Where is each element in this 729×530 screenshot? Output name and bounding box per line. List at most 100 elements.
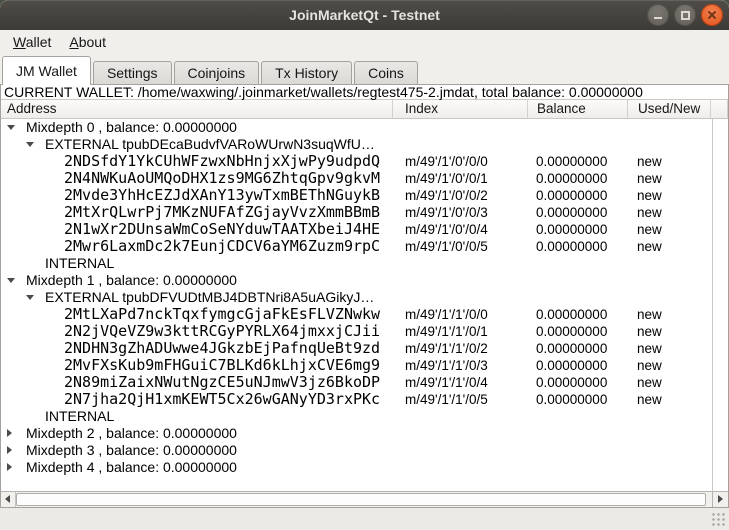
menu-mnemonic: W: [13, 34, 26, 50]
cell-index: m/49'/1'/0'/0/4: [405, 221, 488, 238]
cell-address: Mixdepth 3 , balance: 0.00000000: [1, 442, 712, 459]
close-button[interactable]: [701, 4, 723, 26]
cell-status: new: [637, 187, 662, 204]
cell-balance: 0.00000000: [536, 374, 607, 391]
vertical-scrollbar[interactable]: [712, 119, 728, 491]
cell-index: m/49'/1'/1'/0/1: [405, 323, 488, 340]
cell-index: m/49'/1'/1'/0/4: [405, 374, 488, 391]
table-row[interactable]: EXTERNAL tpubDEcaBudvfVARoWUrwN3suqWfU…: [1, 136, 712, 153]
cell-status: new: [637, 357, 662, 374]
column-header-index[interactable]: Index: [393, 100, 528, 118]
cell-balance: 0.00000000: [536, 221, 607, 238]
cell-index: m/49'/1'/1'/0/5: [405, 391, 488, 408]
tab-coinjoins[interactable]: Coinjoins: [174, 61, 260, 84]
arrow-left-icon: [5, 495, 10, 503]
menu-item-about[interactable]: About: [60, 32, 115, 52]
table-row[interactable]: Mixdepth 0 , balance: 0.00000000: [1, 119, 712, 136]
cell-status: new: [637, 323, 662, 340]
maximize-button[interactable]: [674, 4, 696, 26]
table-row[interactable]: 2N4NWKuAoUMQoDHX1zs9MG6ZhtqGpv9gkvMm/49'…: [1, 170, 712, 187]
cell-address: EXTERNAL tpubDFVUDtMBJ4DBTNri8A5uAGikyJ…: [1, 289, 712, 306]
cell-address: EXTERNAL tpubDEcaBudvfVARoWUrwN3suqWfU…: [1, 136, 712, 153]
wallet-tab-page: CURRENT WALLET: /home/waxwing/.joinmarke…: [0, 84, 729, 508]
cell-status: new: [637, 340, 662, 357]
window-controls: [647, 4, 723, 26]
cell-address: INTERNAL: [1, 255, 712, 272]
app-window: JoinMarketQt - Testnet WalletAbout JM Wa…: [0, 0, 729, 530]
cell-balance: 0.00000000: [536, 391, 607, 408]
scroll-right-button[interactable]: [712, 492, 728, 507]
collapse-arrow-icon[interactable]: [7, 125, 15, 130]
table-row[interactable]: Mixdepth 4 , balance: 0.00000000: [1, 459, 712, 476]
table-row[interactable]: Mixdepth 1 , balance: 0.00000000: [1, 272, 712, 289]
column-header-address[interactable]: Address: [1, 100, 393, 118]
table-row[interactable]: 2NDSfdY1YkCUhWFzwxNbHnjxXjwPy9udpdQm/49'…: [1, 153, 712, 170]
horizontal-scrollbar[interactable]: [1, 491, 728, 507]
cell-address: INTERNAL: [1, 408, 712, 425]
cell-index: m/49'/1'/0'/0/2: [405, 187, 488, 204]
cell-status: new: [637, 153, 662, 170]
cell-status: new: [637, 391, 662, 408]
cell-index: m/49'/1'/1'/0/2: [405, 340, 488, 357]
table-row[interactable]: INTERNAL: [1, 255, 712, 272]
menu-item-wallet[interactable]: Wallet: [4, 32, 60, 52]
table-row[interactable]: 2MtXrQLwrPj7MKzNUFAfZGjayVvzXmmBBmBm/49'…: [1, 204, 712, 221]
table-row[interactable]: 2N1wXr2DUnsaWmCoSeNYduwTAATXbeiJ4HEm/49'…: [1, 221, 712, 238]
table-row[interactable]: 2N2jVQeVZ9w3kttRCGyPYRLX64jmxxjCJiim/49'…: [1, 323, 712, 340]
window-title: JoinMarketQt - Testnet: [0, 0, 729, 30]
cell-index: m/49'/1'/1'/0/3: [405, 357, 488, 374]
table-row[interactable]: Mixdepth 3 , balance: 0.00000000: [1, 442, 712, 459]
column-header-filler: [711, 100, 728, 118]
table-row[interactable]: 2N7jha2QjH1xmKEWT5Cx26wGANyYD3rxPKcm/49'…: [1, 391, 712, 408]
cell-balance: 0.00000000: [536, 170, 607, 187]
cell-index: m/49'/1'/0'/0/1: [405, 170, 488, 187]
cell-address: Mixdepth 2 , balance: 0.00000000: [1, 425, 712, 442]
cell-index: m/49'/1'/1'/0/0: [405, 306, 488, 323]
table-row[interactable]: EXTERNAL tpubDFVUDtMBJ4DBTNri8A5uAGikyJ…: [1, 289, 712, 306]
cell-status: new: [637, 238, 662, 255]
table-header: AddressIndexBalanceUsed/New: [1, 100, 728, 119]
cell-balance: 0.00000000: [536, 357, 607, 374]
table-row[interactable]: 2MvFXsKub9mFHGuiC7BLKd6kLhjxCVE6mg9m/49'…: [1, 357, 712, 374]
expand-arrow-icon[interactable]: [7, 429, 12, 437]
table-row[interactable]: 2MtLXaPd7nckTqxfymgcGjaFkEsFLVZNwkwm/49'…: [1, 306, 712, 323]
table-row[interactable]: 2N89miZaixNWutNgzCE5uNJmwV3jz6BkoDPm/49'…: [1, 374, 712, 391]
expand-arrow-icon[interactable]: [7, 446, 12, 454]
maximize-icon: [681, 11, 690, 20]
scrollbar-thumb[interactable]: [16, 493, 706, 506]
arrow-right-icon: [718, 495, 723, 503]
column-header-used-new[interactable]: Used/New: [628, 100, 711, 118]
title-bar[interactable]: JoinMarketQt - Testnet: [0, 0, 729, 30]
cell-balance: 0.00000000: [536, 204, 607, 221]
tab-coins[interactable]: Coins: [354, 61, 418, 84]
cell-balance: 0.00000000: [536, 153, 607, 170]
cell-address: Mixdepth 4 , balance: 0.00000000: [1, 459, 712, 476]
tab-jm-wallet[interactable]: JM Wallet: [2, 56, 91, 85]
resize-grip-icon[interactable]: [711, 512, 726, 527]
tab-bar: JM WalletSettingsCoinjoinsTx HistoryCoin…: [0, 54, 729, 84]
cell-balance: 0.00000000: [536, 187, 607, 204]
cell-status: new: [637, 306, 662, 323]
scroll-left-button[interactable]: [1, 492, 16, 507]
cell-balance: 0.00000000: [536, 238, 607, 255]
cell-balance: 0.00000000: [536, 340, 607, 357]
menu-bar: WalletAbout: [0, 30, 729, 54]
tab-tx-history[interactable]: Tx History: [261, 61, 352, 84]
table-row[interactable]: Mixdepth 2 , balance: 0.00000000: [1, 425, 712, 442]
minimize-icon: [654, 17, 662, 19]
cell-status: new: [637, 204, 662, 221]
tab-settings[interactable]: Settings: [93, 61, 172, 84]
collapse-arrow-icon[interactable]: [7, 278, 15, 283]
table-row[interactable]: 2Mwr6LaxmDc2k7EunjCDCV6aYM6Zuzm9rpCm/49'…: [1, 238, 712, 255]
table-row[interactable]: 2NDHN3gZhADUwwe4JGkzbEjPafnqUeBt9zdm/49'…: [1, 340, 712, 357]
collapse-arrow-icon[interactable]: [26, 142, 34, 147]
expand-arrow-icon[interactable]: [7, 463, 12, 471]
minimize-button[interactable]: [647, 4, 669, 26]
cell-index: m/49'/1'/0'/0/5: [405, 238, 488, 255]
table-row[interactable]: 2Mvde3YhHcEZJdXAnY13ywTxmBEThNGuykBm/49'…: [1, 187, 712, 204]
cell-status: new: [637, 170, 662, 187]
cell-index: m/49'/1'/0'/0/3: [405, 204, 488, 221]
table-row[interactable]: INTERNAL: [1, 408, 712, 425]
column-header-balance[interactable]: Balance: [528, 100, 628, 118]
collapse-arrow-icon[interactable]: [26, 295, 34, 300]
